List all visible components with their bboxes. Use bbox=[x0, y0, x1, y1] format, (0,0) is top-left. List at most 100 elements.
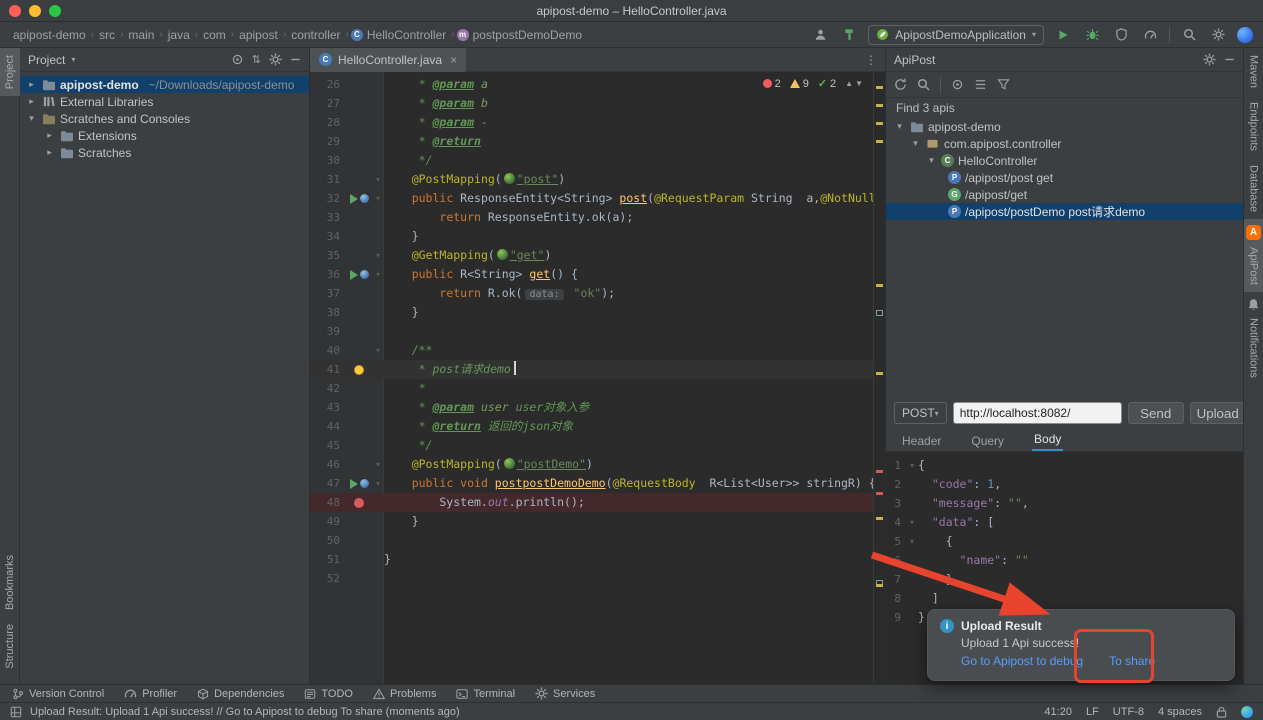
code-line[interactable]: 3 "message": "", bbox=[886, 494, 1243, 513]
close-tab-icon[interactable]: × bbox=[450, 53, 457, 67]
expand-arrow-icon[interactable]: ▸ bbox=[44, 147, 55, 158]
expand-arrow-icon[interactable]: ▸ bbox=[26, 96, 37, 107]
api-tree-endpoint-post[interactable]: P /apipost/post get bbox=[886, 169, 1243, 186]
code-line[interactable]: 5▾ { bbox=[886, 532, 1243, 551]
locate-api-icon[interactable] bbox=[951, 78, 964, 91]
tab-options-icon[interactable]: ⋮ bbox=[857, 53, 885, 67]
toolwindow-database-button[interactable]: Database bbox=[1244, 158, 1263, 219]
toolwindow-todo-button[interactable]: TODO bbox=[304, 688, 353, 700]
fold-marker[interactable]: ▾ bbox=[372, 341, 384, 360]
api-tree-class[interactable]: ▾ C HelloController bbox=[886, 152, 1243, 169]
project-tree-item-scratches-folder[interactable]: ▸ Scratches bbox=[20, 144, 309, 161]
project-pane-title[interactable]: Project bbox=[28, 53, 65, 67]
code-line[interactable]: 48 System.out.println(); bbox=[310, 493, 873, 512]
go-to-apipost-link[interactable]: Go to Apipost to debug bbox=[961, 654, 1083, 668]
tab-header[interactable]: Header bbox=[900, 431, 943, 451]
readonly-lock-icon[interactable] bbox=[1216, 706, 1227, 718]
toolwindow-terminal-button[interactable]: Terminal bbox=[456, 688, 515, 700]
toolwindow-version-control-button[interactable]: Version Control bbox=[12, 688, 104, 700]
code-line[interactable]: 2 "code": 1, bbox=[886, 475, 1243, 494]
toolwindow-problems-button[interactable]: Problems bbox=[373, 688, 436, 700]
intention-bulb-icon[interactable] bbox=[354, 365, 364, 375]
toolwindow-switcher-icon[interactable] bbox=[10, 706, 22, 718]
minimize-window-button[interactable] bbox=[29, 5, 41, 17]
collapse-arrow-icon[interactable]: ▾ bbox=[926, 155, 937, 166]
toolwindow-dependencies-button[interactable]: Dependencies bbox=[197, 688, 284, 700]
run-endpoint-icon[interactable] bbox=[350, 270, 358, 280]
settings-gear-icon[interactable] bbox=[1208, 25, 1228, 45]
project-tree-item-external-libraries[interactable]: ▸ External Libraries bbox=[20, 93, 309, 110]
api-tree-package[interactable]: ▾ com.apipost.controller bbox=[886, 135, 1243, 152]
toolwindow-notifications-button[interactable]: Notifications bbox=[1244, 292, 1263, 385]
toolwindow-profiler-button[interactable]: Profiler bbox=[124, 687, 177, 700]
code-line[interactable]: 30 */ bbox=[310, 151, 873, 170]
caret-position[interactable]: 41:20 bbox=[1044, 706, 1072, 718]
toolwindow-bookmarks-button[interactable]: Bookmarks bbox=[0, 548, 20, 617]
refresh-apis-icon[interactable] bbox=[894, 78, 907, 91]
code-line[interactable]: 33 return ResponseEntity.ok(a); bbox=[310, 208, 873, 227]
toolwindow-structure-button[interactable]: Structure bbox=[0, 617, 20, 676]
breadcrumb-item[interactable]: controller bbox=[288, 28, 343, 42]
line-separator[interactable]: LF bbox=[1086, 706, 1099, 718]
fold-marker[interactable]: ▾ bbox=[372, 170, 384, 189]
code-line[interactable]: 43 * @param user user对象入参 bbox=[310, 398, 873, 417]
code-line[interactable]: 32▾ public ResponseEntity<String> post(@… bbox=[310, 189, 873, 208]
build-project-button[interactable] bbox=[839, 25, 859, 45]
expand-arrow-icon[interactable]: ▸ bbox=[44, 130, 55, 141]
tab-body[interactable]: Body bbox=[1032, 429, 1063, 451]
inspections-widget[interactable]: 2 9 ✓2 ▲▼ bbox=[763, 77, 865, 90]
status-message[interactable]: Upload Result: Upload 1 Api success! // … bbox=[30, 706, 460, 718]
project-options-gear-icon[interactable] bbox=[269, 53, 282, 66]
indent-style[interactable]: 4 spaces bbox=[1158, 706, 1202, 718]
endpoint-icon[interactable] bbox=[360, 479, 369, 488]
code-line[interactable]: 39 bbox=[310, 322, 873, 341]
breadcrumb-item[interactable]: apipost-demo bbox=[10, 28, 89, 42]
code-line[interactable]: 52 bbox=[310, 569, 873, 588]
debug-button[interactable] bbox=[1082, 25, 1102, 45]
code-line[interactable]: 1▾{ bbox=[886, 456, 1243, 475]
apipost-settings-gear-icon[interactable] bbox=[1203, 53, 1216, 66]
toolwindow-services-button[interactable]: Services bbox=[535, 687, 595, 700]
code-line[interactable]: 4▾ "data": [ bbox=[886, 513, 1243, 532]
project-tree-item-extensions[interactable]: ▸ Extensions bbox=[20, 127, 309, 144]
breadcrumb-item[interactable]: src bbox=[96, 28, 118, 42]
api-tree-module[interactable]: ▾ apipost-demo bbox=[886, 118, 1243, 135]
editor-error-stripe[interactable] bbox=[873, 72, 885, 684]
code-line[interactable]: 51} bbox=[310, 550, 873, 569]
code-line[interactable]: 50 bbox=[310, 531, 873, 550]
fold-marker[interactable]: ▾ bbox=[372, 455, 384, 474]
upload-result-notification[interactable]: i Upload Result Upload 1 Api success! Go… bbox=[927, 609, 1235, 681]
code-line[interactable]: 27 * @param b bbox=[310, 94, 873, 113]
run-endpoint-icon[interactable] bbox=[350, 194, 358, 204]
api-tree-endpoint-postdemo[interactable]: P /apipost/postDemo post请求demo bbox=[886, 203, 1243, 220]
file-encoding[interactable]: UTF-8 bbox=[1113, 706, 1144, 718]
run-endpoint-icon[interactable] bbox=[350, 479, 358, 489]
collapse-arrow-icon[interactable]: ▾ bbox=[26, 113, 37, 124]
code-line[interactable]: 42 * bbox=[310, 379, 873, 398]
prev-next-problem-icons[interactable]: ▲▼ bbox=[845, 79, 865, 88]
collapse-arrow-icon[interactable]: ▾ bbox=[910, 138, 921, 149]
code-line[interactable]: 35▾ @GetMapping("get") bbox=[310, 246, 873, 265]
code-line[interactable]: 7 } bbox=[886, 570, 1243, 589]
breadcrumb-item[interactable]: postpostDemoDemo bbox=[470, 28, 585, 42]
code-line[interactable]: 31▾ @PostMapping("post") bbox=[310, 170, 873, 189]
code-line[interactable]: 40▾ /** bbox=[310, 341, 873, 360]
toolwindow-endpoints-button[interactable]: Endpoints bbox=[1244, 95, 1263, 158]
url-input[interactable] bbox=[953, 402, 1122, 424]
zoom-window-button[interactable] bbox=[49, 5, 61, 17]
code-line[interactable]: 46▾ @PostMapping("postDemo") bbox=[310, 455, 873, 474]
expand-arrow-icon[interactable]: ▸ bbox=[26, 79, 37, 90]
fold-marker[interactable]: ▾ bbox=[372, 246, 384, 265]
code-line[interactable]: 34 } bbox=[310, 227, 873, 246]
run-configuration-select[interactable]: ApipostDemoApplication ▾ bbox=[868, 25, 1044, 45]
locate-file-icon[interactable] bbox=[231, 53, 244, 66]
hide-panel-icon[interactable] bbox=[1224, 54, 1235, 65]
editor-tab-hellocontroller[interactable]: C HelloController.java × bbox=[310, 48, 466, 72]
code-line[interactable]: 37 return R.ok(data: "ok"); bbox=[310, 284, 873, 303]
toolwindow-maven-button[interactable]: Maven bbox=[1244, 48, 1263, 95]
endpoint-icon[interactable] bbox=[360, 194, 369, 203]
code-with-me-avatar[interactable] bbox=[1237, 27, 1253, 43]
profiler-button[interactable] bbox=[1140, 25, 1160, 45]
code-line[interactable]: 49 } bbox=[310, 512, 873, 531]
search-everywhere-icon[interactable] bbox=[1179, 25, 1199, 45]
